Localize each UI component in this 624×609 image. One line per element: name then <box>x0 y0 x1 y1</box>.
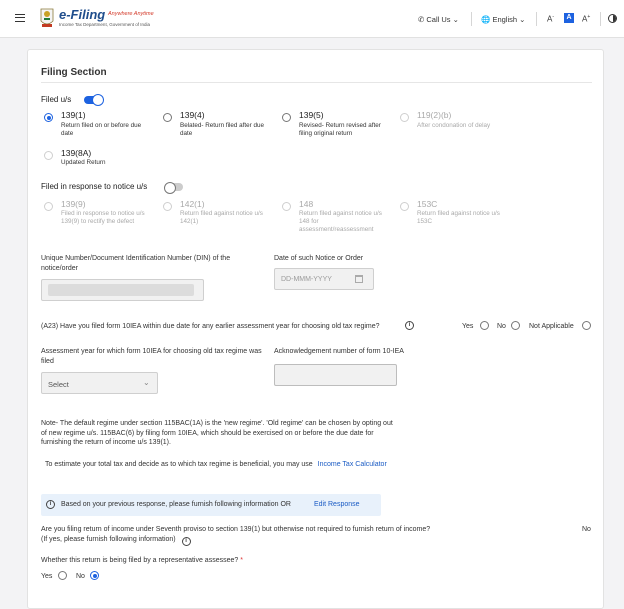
estimate-text: To estimate your total tax and decide as… <box>45 460 387 470</box>
form10iea-na-radio[interactable] <box>582 321 591 330</box>
notice-148-desc: Return filed against notice u/s 148 for … <box>299 210 382 233</box>
form10iea-no-label: No <box>497 323 506 330</box>
seventh-proviso-question: Are you filing return of income under Se… <box>41 525 431 546</box>
notice-142-1-code: 142(1) <box>180 199 205 209</box>
notice-date-input[interactable]: DD-MMM-YYYY <box>274 268 374 290</box>
form10iea-yes-label: Yes <box>462 323 474 330</box>
option-139-5-code: 139(5) <box>299 110 324 120</box>
ack-input[interactable] <box>274 364 397 386</box>
radio-153c[interactable] <box>400 202 409 211</box>
option-119-2-b-desc: After condonation of delay <box>417 122 491 129</box>
notice-date-placeholder: DD-MMM-YYYY <box>281 276 332 283</box>
filed-us-label: Filed u/s <box>41 95 72 104</box>
edit-response-link[interactable]: Edit Response <box>314 500 360 510</box>
chevron-down-icon: ⌄ <box>452 15 459 24</box>
din-redacted-value <box>48 284 194 296</box>
hamburger-menu-icon[interactable] <box>15 14 25 22</box>
seventh-proviso-text: Are you filing return of income under Se… <box>41 526 431 543</box>
top-header: e-Filing Anywhere Anytime Income Tax Dep… <box>0 0 624 38</box>
filing-card: Filing Section Filed u/s 139(1) Return f… <box>27 49 604 609</box>
representative-yes-radio[interactable] <box>58 571 67 580</box>
notice-148-code: 148 <box>299 199 314 209</box>
option-139-1-code: 139(1) <box>61 110 86 120</box>
notice-142-1-desc: Return filed against notice u/s 142(1) <box>180 210 263 225</box>
header-divider <box>536 12 537 26</box>
call-us-label: Call Us <box>426 15 451 24</box>
option-139-4-desc: Belated- Return filed after due date <box>180 122 265 137</box>
language-label: English <box>492 15 518 24</box>
notice-139-9-code: 139(9) <box>61 199 86 209</box>
form10iea-na-label: Not Applicable <box>529 323 574 330</box>
font-normal-button[interactable]: A <box>564 13 574 23</box>
chevron-down-icon: ⌄ <box>143 378 150 387</box>
notice-toggle[interactable] <box>164 182 183 194</box>
notice-153c-desc: Return filed against notice u/s 153C <box>417 210 500 225</box>
radio-139-9[interactable] <box>44 202 53 211</box>
info-icon[interactable]: i <box>405 321 414 330</box>
font-increase-button[interactable]: A+ <box>582 14 590 24</box>
option-139-8a-desc: Updated Return <box>61 159 106 166</box>
radio-139-4[interactable] <box>163 113 172 122</box>
din-label: Unique Number/Document Identification Nu… <box>41 255 231 272</box>
info-banner-text: Based on your previous response, please … <box>61 501 291 508</box>
option-139-8a-code: 139(8A) <box>61 148 92 158</box>
title-divider <box>41 82 592 83</box>
form10iea-yes-radio[interactable] <box>480 321 489 330</box>
notice-date-label: Date of such Notice or Order <box>274 255 364 262</box>
font-decrease-button[interactable]: A- <box>547 14 554 24</box>
header-divider <box>471 12 472 26</box>
required-mark: * <box>240 557 243 564</box>
radio-142-1[interactable] <box>163 202 172 211</box>
logo-tagline: Anywhere Anytime <box>108 11 154 17</box>
ay-select-value: Select <box>48 380 69 389</box>
representative-no-label: No <box>76 573 85 580</box>
phone-icon: ✆ <box>418 15 425 24</box>
representative-yes-label: Yes <box>41 573 53 580</box>
form10iea-no-radio[interactable] <box>511 321 520 330</box>
representative-no-radio[interactable] <box>90 571 99 580</box>
radio-139-1[interactable] <box>44 113 53 122</box>
option-139-1-desc: Return filed on or before due date <box>61 122 142 137</box>
emblem-logo-icon <box>39 7 55 29</box>
option-139-5-desc: Revised- Return revised after filing ori… <box>299 122 381 137</box>
seventh-proviso-answer: No <box>582 526 591 533</box>
representative-question: Whether this return is being filed by a … <box>41 556 243 566</box>
chevron-down-icon: ⌄ <box>519 15 526 24</box>
globe-icon: 🌐 <box>481 15 491 24</box>
notice-label: Filed in response to notice u/s <box>41 182 148 191</box>
calendar-icon[interactable] <box>355 275 363 283</box>
regime-note: Note- The default regime under section 1… <box>41 420 393 446</box>
din-input[interactable] <box>41 279 204 301</box>
representative-question-text: Whether this return is being filed by a … <box>41 557 239 564</box>
form10iea-question: (A23) Have you filed form 10IEA within d… <box>41 323 380 330</box>
logo-title: e-Filing <box>59 7 106 22</box>
option-139-4-code: 139(4) <box>180 110 205 120</box>
notice-139-9-desc: Filed in response to notice u/s 139(9) t… <box>61 210 145 225</box>
option-119-2-b-code: 119(2)(b) <box>417 110 452 120</box>
language-selector[interactable]: 🌐 English ⌄ <box>481 15 525 24</box>
header-divider <box>600 12 601 26</box>
notice-153c-code: 153C <box>417 199 438 209</box>
radio-148[interactable] <box>282 202 291 211</box>
radio-119-2-b[interactable] <box>400 113 409 122</box>
info-icon: i <box>46 500 55 509</box>
ay-select[interactable]: Select ⌄ <box>41 372 158 394</box>
logo-subtitle: Income Tax Department, Government of Ind… <box>59 22 150 27</box>
call-us-button[interactable]: ✆ Call Us ⌄ <box>418 15 459 24</box>
radio-139-8a[interactable] <box>44 151 53 160</box>
filed-us-toggle[interactable] <box>84 95 103 105</box>
estimate-text-label: To estimate your total tax and decide as… <box>45 461 313 468</box>
info-icon[interactable]: i <box>181 536 191 546</box>
contrast-toggle-icon[interactable] <box>608 14 617 23</box>
ack-label: Acknowledgement number of form 10-IEA <box>274 348 404 355</box>
section-title: Filing Section <box>41 67 107 78</box>
ay-label: Assessment year for which form 10IEA for… <box>41 348 262 365</box>
income-tax-calculator-link[interactable]: Income Tax Calculator <box>318 461 387 468</box>
radio-139-5[interactable] <box>282 113 291 122</box>
info-banner: i Based on your previous response, pleas… <box>41 494 381 516</box>
